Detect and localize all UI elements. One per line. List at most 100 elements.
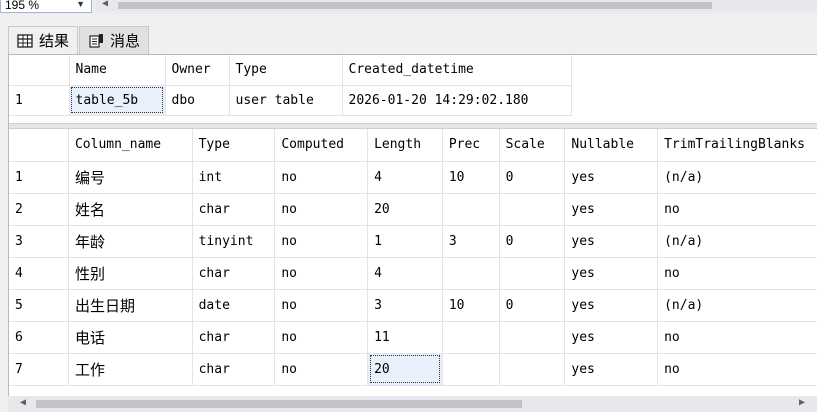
table-cell[interactable]: no — [657, 257, 817, 290]
table-cell[interactable]: 性别 — [68, 257, 193, 290]
table-cell[interactable]: 0 — [499, 225, 566, 258]
table-cell[interactable]: 3 — [367, 289, 443, 322]
table-cell[interactable]: (n/a) — [657, 225, 817, 258]
table-cell[interactable]: (n/a) — [657, 289, 817, 322]
tab-messages[interactable]: 消息 — [79, 26, 150, 54]
column-header[interactable]: Type — [192, 129, 276, 162]
table-cell[interactable]: 出生日期 — [68, 289, 193, 322]
tab-messages-label: 消息 — [110, 32, 141, 50]
table-cell[interactable]: (n/a) — [657, 161, 817, 194]
row-number[interactable]: 6 — [9, 321, 69, 354]
column-header[interactable]: TrimTrailingBlanks — [657, 129, 817, 162]
row-number[interactable]: 4 — [9, 257, 69, 290]
table-cell[interactable]: yes — [564, 225, 659, 258]
row-number[interactable]: 5 — [9, 289, 69, 322]
tab-results[interactable]: 结果 — [8, 26, 79, 54]
table-cell[interactable] — [442, 257, 500, 290]
table-cell[interactable]: table_5b — [69, 85, 166, 116]
table-cell[interactable]: 年龄 — [68, 225, 193, 258]
table-cell[interactable]: yes — [564, 321, 659, 354]
table-cell[interactable]: yes — [564, 289, 659, 322]
table-cell[interactable]: char — [192, 257, 276, 290]
table-cell[interactable]: no — [657, 193, 817, 226]
table-cell[interactable]: tinyint — [192, 225, 276, 258]
scroll-left-icon[interactable]: ◀ — [102, 0, 108, 9]
table-cell[interactable]: char — [192, 321, 276, 354]
table-row[interactable]: 4 性别 char no 4 yes no — [9, 257, 817, 290]
column-header[interactable]: Column_name — [68, 129, 193, 162]
table-cell[interactable]: 10 — [442, 161, 500, 194]
table-cell[interactable] — [499, 193, 566, 226]
bottom-horizontal-scrollbar[interactable]: ◀ ▶ — [8, 396, 817, 412]
table-cell[interactable]: no — [274, 161, 369, 194]
table-cell[interactable]: 3 — [442, 225, 500, 258]
table-cell[interactable]: 工作 — [68, 353, 193, 386]
table-cell[interactable] — [499, 321, 566, 354]
table-cell[interactable]: 电话 — [68, 321, 193, 354]
column-header[interactable]: Length — [367, 129, 443, 162]
table-cell[interactable]: yes — [564, 193, 659, 226]
table-row[interactable]: 2 姓名 char no 20 yes no — [9, 193, 817, 226]
table-cell[interactable] — [442, 321, 500, 354]
table-cell[interactable]: dbo — [165, 85, 230, 116]
table-cell[interactable]: no — [274, 353, 369, 386]
zoom-dropdown[interactable]: 195 % ▼ — [0, 0, 92, 13]
column-header[interactable]: Scale — [499, 129, 566, 162]
table-cell[interactable]: 11 — [367, 321, 443, 354]
scrollbar-thumb[interactable] — [118, 2, 712, 9]
table-row[interactable]: 1 table_5b dbo user table 2026-01-20 14:… — [9, 85, 572, 116]
table-cell[interactable]: 10 — [442, 289, 500, 322]
table-cell[interactable]: 0 — [499, 161, 566, 194]
table-row[interactable]: 3 年龄 tinyint no 1 3 0 yes (n/a) — [9, 225, 817, 258]
table-row[interactable]: 7 工作 char no 20 yes no — [9, 353, 817, 386]
table-cell[interactable]: 0 — [499, 289, 566, 322]
table-cell[interactable] — [442, 353, 500, 386]
scroll-left-icon[interactable]: ◀ — [20, 397, 26, 408]
table-cell[interactable] — [499, 353, 566, 386]
table-cell[interactable]: 姓名 — [68, 193, 193, 226]
table-row[interactable]: 1 编号 int no 4 10 0 yes (n/a) — [9, 161, 817, 194]
column-header[interactable]: Prec — [442, 129, 500, 162]
scroll-right-icon[interactable]: ▶ — [799, 397, 805, 408]
table-cell[interactable]: char — [192, 353, 276, 386]
table-cell[interactable]: 编号 — [68, 161, 193, 194]
column-header[interactable]: Nullable — [564, 129, 659, 162]
table-cell[interactable]: 20 — [367, 353, 443, 386]
table-cell[interactable] — [499, 257, 566, 290]
row-number[interactable]: 2 — [9, 193, 69, 226]
column-header[interactable]: Computed — [274, 129, 369, 162]
row-number[interactable]: 7 — [9, 353, 69, 386]
table-cell[interactable]: 2026-01-20 14:29:02.180 — [342, 85, 572, 116]
table-cell[interactable]: 4 — [367, 161, 443, 194]
table-cell[interactable]: int — [192, 161, 276, 194]
table-cell[interactable]: no — [657, 353, 817, 386]
table-cell[interactable]: 1 — [367, 225, 443, 258]
table-cell[interactable]: no — [657, 321, 817, 354]
row-number[interactable]: 3 — [9, 225, 69, 258]
column-header[interactable]: Type — [229, 55, 343, 86]
table-row[interactable]: 6 电话 char no 11 yes no — [9, 321, 817, 354]
table-cell[interactable]: date — [192, 289, 276, 322]
table-cell[interactable]: yes — [564, 257, 659, 290]
table-cell[interactable]: user table — [229, 85, 343, 116]
table-cell[interactable]: no — [274, 257, 369, 290]
table-cell[interactable]: char — [192, 193, 276, 226]
table-cell[interactable]: 20 — [367, 193, 443, 226]
table-cell[interactable]: no — [274, 289, 369, 322]
table-cell[interactable]: 4 — [367, 257, 443, 290]
row-number[interactable]: 1 — [9, 161, 69, 194]
scrollbar-thumb[interactable] — [36, 400, 522, 408]
table-cell[interactable]: yes — [564, 161, 659, 194]
column-header[interactable]: Name — [69, 55, 166, 86]
column-header[interactable]: Created_datetime — [342, 55, 572, 86]
table-cell[interactable]: no — [274, 225, 369, 258]
table-cell[interactable]: yes — [564, 353, 659, 386]
chevron-down-icon[interactable]: ▼ — [76, 0, 85, 9]
top-horizontal-scrollbar[interactable]: ◀ — [96, 0, 817, 11]
row-number[interactable]: 1 — [9, 85, 70, 116]
table-cell[interactable]: no — [274, 321, 369, 354]
column-header[interactable]: Owner — [165, 55, 230, 86]
table-cell[interactable] — [442, 193, 500, 226]
table-row[interactable]: 5 出生日期 date no 3 10 0 yes (n/a) — [9, 289, 817, 322]
table-cell[interactable]: no — [274, 193, 369, 226]
